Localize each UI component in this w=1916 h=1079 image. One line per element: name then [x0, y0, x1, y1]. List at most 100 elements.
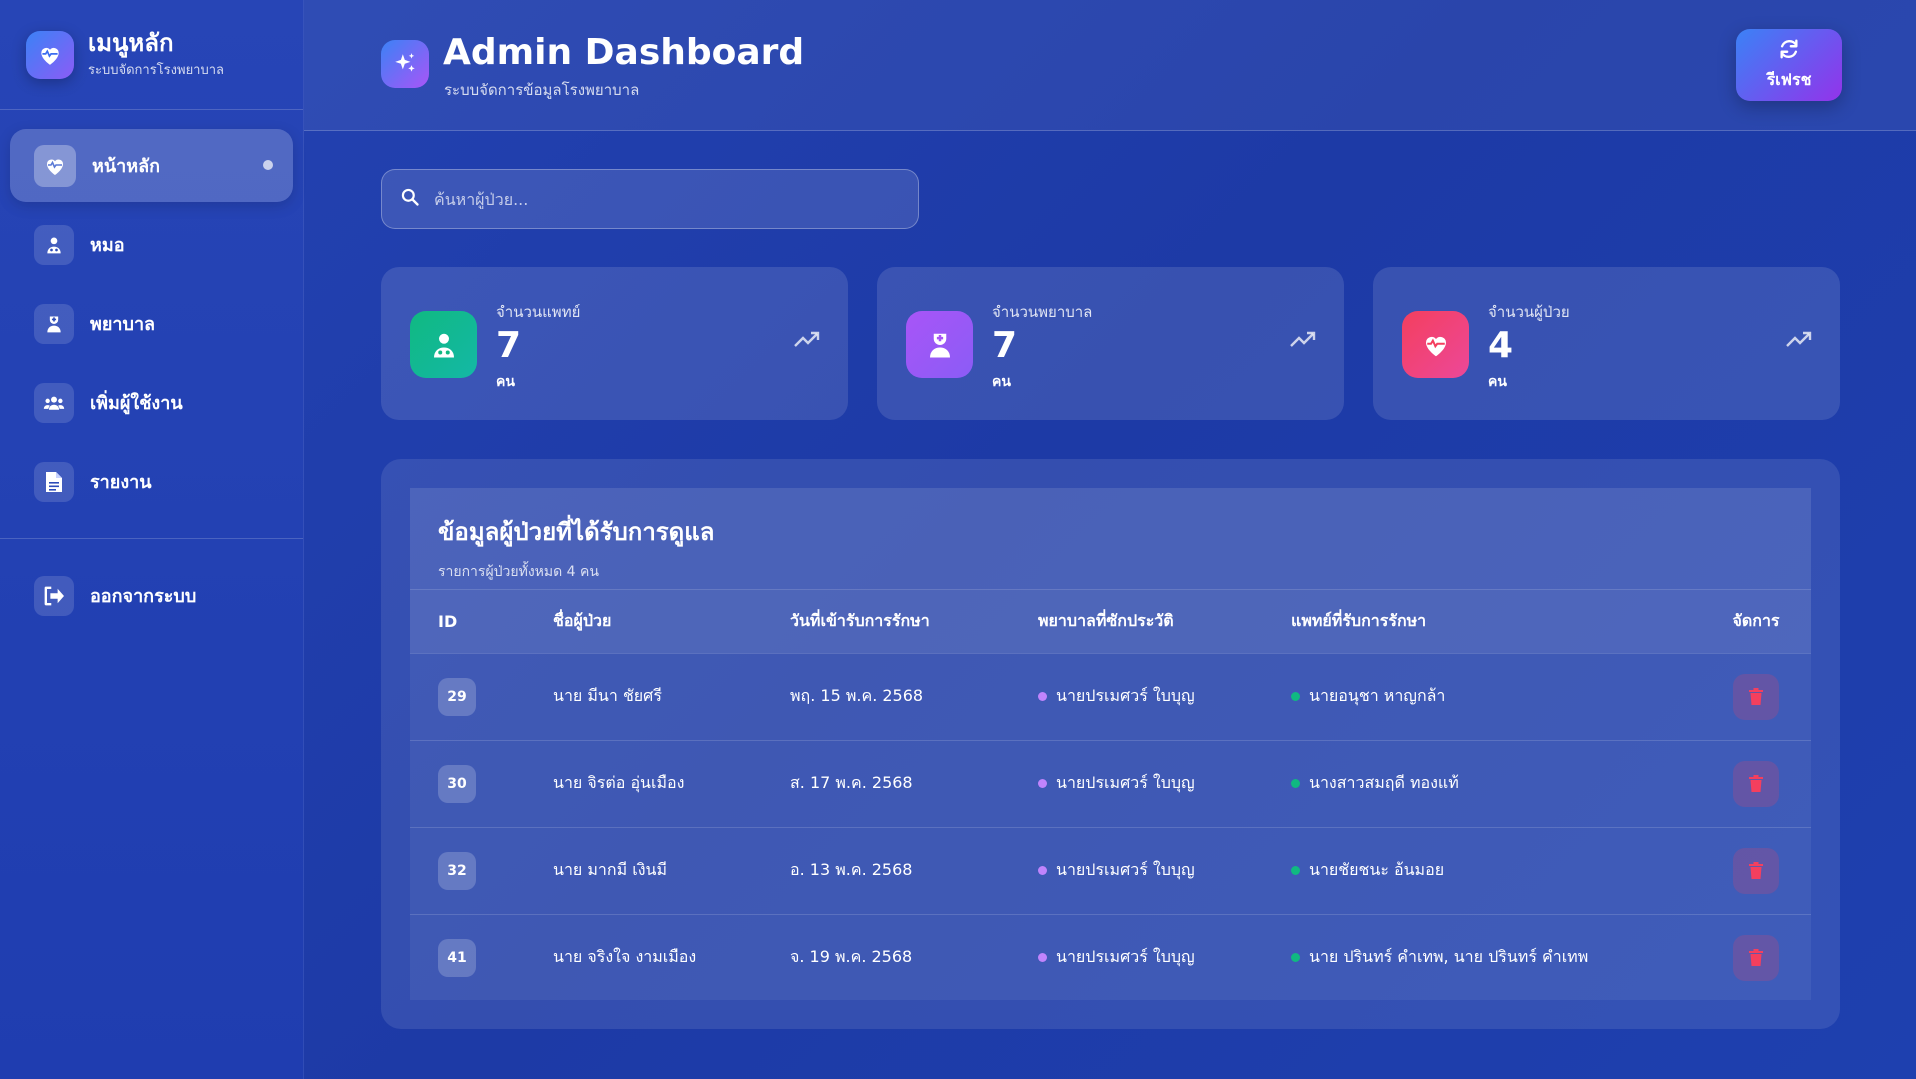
- sidebar-divider: [0, 538, 303, 539]
- delete-button[interactable]: [1733, 847, 1779, 894]
- delete-button[interactable]: [1733, 934, 1779, 981]
- sidebar-item-add-user[interactable]: เพิ่มผู้ใช้งาน: [10, 366, 293, 439]
- patient-id-badge: 29: [438, 677, 476, 716]
- stat-unit: คน: [1488, 374, 1507, 390]
- doctor-status-dot: [1291, 692, 1300, 701]
- stat-value: 4: [1488, 325, 1514, 366]
- refresh-button[interactable]: รีเฟรช: [1736, 29, 1842, 101]
- doctor-status-dot: [1291, 866, 1300, 875]
- doctor-cell: นายชัยชนะ อ้นมอย: [1291, 827, 1711, 914]
- nurse-name: นายปรเมศวร์ ใบบุญ: [1056, 773, 1195, 792]
- refresh-label: รีเฟรช: [1766, 69, 1812, 89]
- page-title: Admin Dashboard: [443, 32, 805, 73]
- nurse-name: นายปรเมศวร์ ใบบุญ: [1056, 860, 1195, 879]
- patients-panel: ข้อมูลผู้ป่วยที่ได้รับการดูแล รายการผู้ป…: [381, 459, 1840, 1029]
- table-row: 29 นาย มีนา ชัยศรี พฤ. 15 พ.ค. 2568 นายป…: [410, 653, 1811, 740]
- logout-button[interactable]: ออกจากระบบ: [10, 559, 293, 632]
- nurse-name: นายปรเมศวร์ ใบบุญ: [1056, 947, 1195, 967]
- sidebar-nav: หน้าหลัก หมอ พยาบาล เพิ่มผู้ใช้งาน รายงา…: [0, 110, 303, 632]
- page-subtitle: ระบบจัดการข้อมูลโรงพยาบาล: [444, 81, 640, 99]
- sidebar-item-label: หมอ: [90, 235, 125, 256]
- admission-date: จ. 19 พ.ค. 2568: [790, 947, 913, 967]
- doctor-cell: นางสาวสมฤดี ทองแท้: [1291, 740, 1711, 827]
- column-header-actions: จัดการ: [1732, 610, 1780, 630]
- patients-table-subtitle: รายการผู้ป่วยทั้งหมด 4 คน: [438, 564, 599, 580]
- heart-pulse-icon: [26, 30, 74, 79]
- nurse-status-dot: [1038, 866, 1047, 875]
- nurse-status-dot: [1038, 692, 1047, 701]
- stat-value: 7: [496, 325, 522, 366]
- heart-pulse-icon: [34, 144, 76, 187]
- patient-name: นาย จิรต่อ อุ่นเมือง: [553, 773, 685, 792]
- delete-button[interactable]: [1733, 673, 1779, 720]
- doctor-name: นายชัยชนะ อ้นมอย: [1309, 860, 1445, 879]
- heart-pulse-icon: [1402, 311, 1469, 378]
- doctor-cell: นายอนุชา หาญกล้า: [1291, 653, 1711, 740]
- column-header-date: วันที่เข้ารับการรักษา: [790, 610, 930, 630]
- nurse-icon: [906, 311, 973, 378]
- stat-value: 7: [992, 325, 1018, 366]
- patient-name: นาย มีนา ชัยศรี: [553, 686, 662, 705]
- header: Admin Dashboard ระบบจัดการข้อมูลโรงพยาบา…: [304, 0, 1916, 131]
- patients-table: ID ชื่อผู้ป่วย วันที่เข้ารับการรักษา พยา…: [410, 590, 1811, 1001]
- stat-label: จำนวนแพทย์: [496, 303, 581, 321]
- document-icon: [34, 461, 74, 502]
- sidebar-item-home[interactable]: หน้าหลัก: [10, 129, 293, 202]
- patients-table-card: ข้อมูลผู้ป่วยที่ได้รับการดูแล รายการผู้ป…: [410, 488, 1811, 1000]
- stat-card-patients: จำนวนผู้ป่วย 4 คน: [1373, 267, 1840, 420]
- trending-up-icon: [1786, 331, 1812, 353]
- patient-id-badge: 32: [438, 851, 476, 890]
- column-header-name: ชื่อผู้ป่วย: [553, 610, 612, 630]
- sparkles-icon: [381, 40, 429, 88]
- sidebar-item-doctors[interactable]: หมอ: [10, 208, 293, 281]
- doctor-cell: นาย ปรินทร์ คำเทพ, นาย ปรินทร์ คำเทพ: [1291, 914, 1711, 1001]
- doctor-status-dot: [1291, 779, 1300, 788]
- nurse-status-dot: [1038, 779, 1047, 788]
- doctor-icon: [34, 224, 74, 265]
- admission-date: พฤ. 15 พ.ค. 2568: [790, 686, 924, 705]
- nurse-cell: นายปรเมศวร์ ใบบุญ: [1038, 827, 1291, 914]
- sidebar-item-nurses[interactable]: พยาบาล: [10, 287, 293, 360]
- delete-button[interactable]: [1733, 760, 1779, 807]
- trash-icon: [1749, 862, 1763, 879]
- trash-icon: [1749, 949, 1763, 967]
- sidebar-brand: เมนูหลัก ระบบจัดการโรงพยาบาล: [0, 0, 303, 110]
- search-input[interactable]: [434, 189, 894, 209]
- logout-icon: [34, 575, 74, 616]
- nurse-icon: [34, 303, 74, 344]
- nurse-cell: นายปรเมศวร์ ใบบุญ: [1038, 914, 1291, 1001]
- sidebar-item-label: พยาบาล: [90, 314, 156, 335]
- admission-date: ส. 17 พ.ค. 2568: [790, 773, 913, 792]
- nurse-name: นายปรเมศวร์ ใบบุญ: [1056, 686, 1195, 705]
- nurse-status-dot: [1038, 953, 1047, 963]
- trash-icon: [1749, 688, 1763, 705]
- patient-id-badge: 30: [438, 764, 476, 803]
- sidebar-item-label: รายงาน: [90, 472, 152, 493]
- sidebar-item-reports[interactable]: รายงาน: [10, 445, 293, 518]
- trash-icon: [1749, 775, 1763, 792]
- patient-name: นาย มากมี เงินมี: [553, 860, 667, 879]
- stat-label: จำนวนผู้ป่วย: [1488, 303, 1570, 321]
- active-indicator: [263, 160, 273, 170]
- doctor-icon: [410, 311, 477, 378]
- sidebar-item-label: หน้าหลัก: [92, 156, 161, 177]
- sidebar-item-label: เพิ่มผู้ใช้งาน: [90, 393, 183, 414]
- column-header-nurse: พยาบาลที่ซักประวัติ: [1038, 610, 1174, 630]
- table-row: 30 นาย จิรต่อ อุ่นเมือง ส. 17 พ.ค. 2568 …: [410, 740, 1811, 827]
- table-row: 41 นาย จริงใจ งามเมือง จ. 19 พ.ค. 2568 น…: [410, 914, 1811, 1001]
- search-icon: [400, 187, 420, 211]
- table-row: 32 นาย มากมี เงินมี อ. 13 พ.ค. 2568 นายป…: [410, 827, 1811, 914]
- admission-date: อ. 13 พ.ค. 2568: [790, 860, 913, 879]
- patient-id-badge: 41: [438, 938, 476, 977]
- search-bar: [381, 169, 919, 229]
- stat-unit: คน: [992, 374, 1011, 390]
- column-header-doctor: แพทย์ที่รับการรักษา: [1291, 610, 1427, 630]
- stat-unit: คน: [496, 374, 515, 390]
- nurse-cell: นายปรเมศวร์ ใบบุญ: [1038, 740, 1291, 827]
- doctor-status-dot: [1291, 953, 1300, 963]
- patient-name: นาย จริงใจ งามเมือง: [553, 947, 697, 967]
- brand-subtitle: ระบบจัดการโรงพยาบาล: [88, 63, 224, 78]
- doctor-name: นางสาวสมฤดี ทองแท้: [1309, 773, 1459, 792]
- patients-table-header: ข้อมูลผู้ป่วยที่ได้รับการดูแล รายการผู้ป…: [410, 488, 1811, 590]
- brand-title: เมนูหลัก: [88, 29, 174, 57]
